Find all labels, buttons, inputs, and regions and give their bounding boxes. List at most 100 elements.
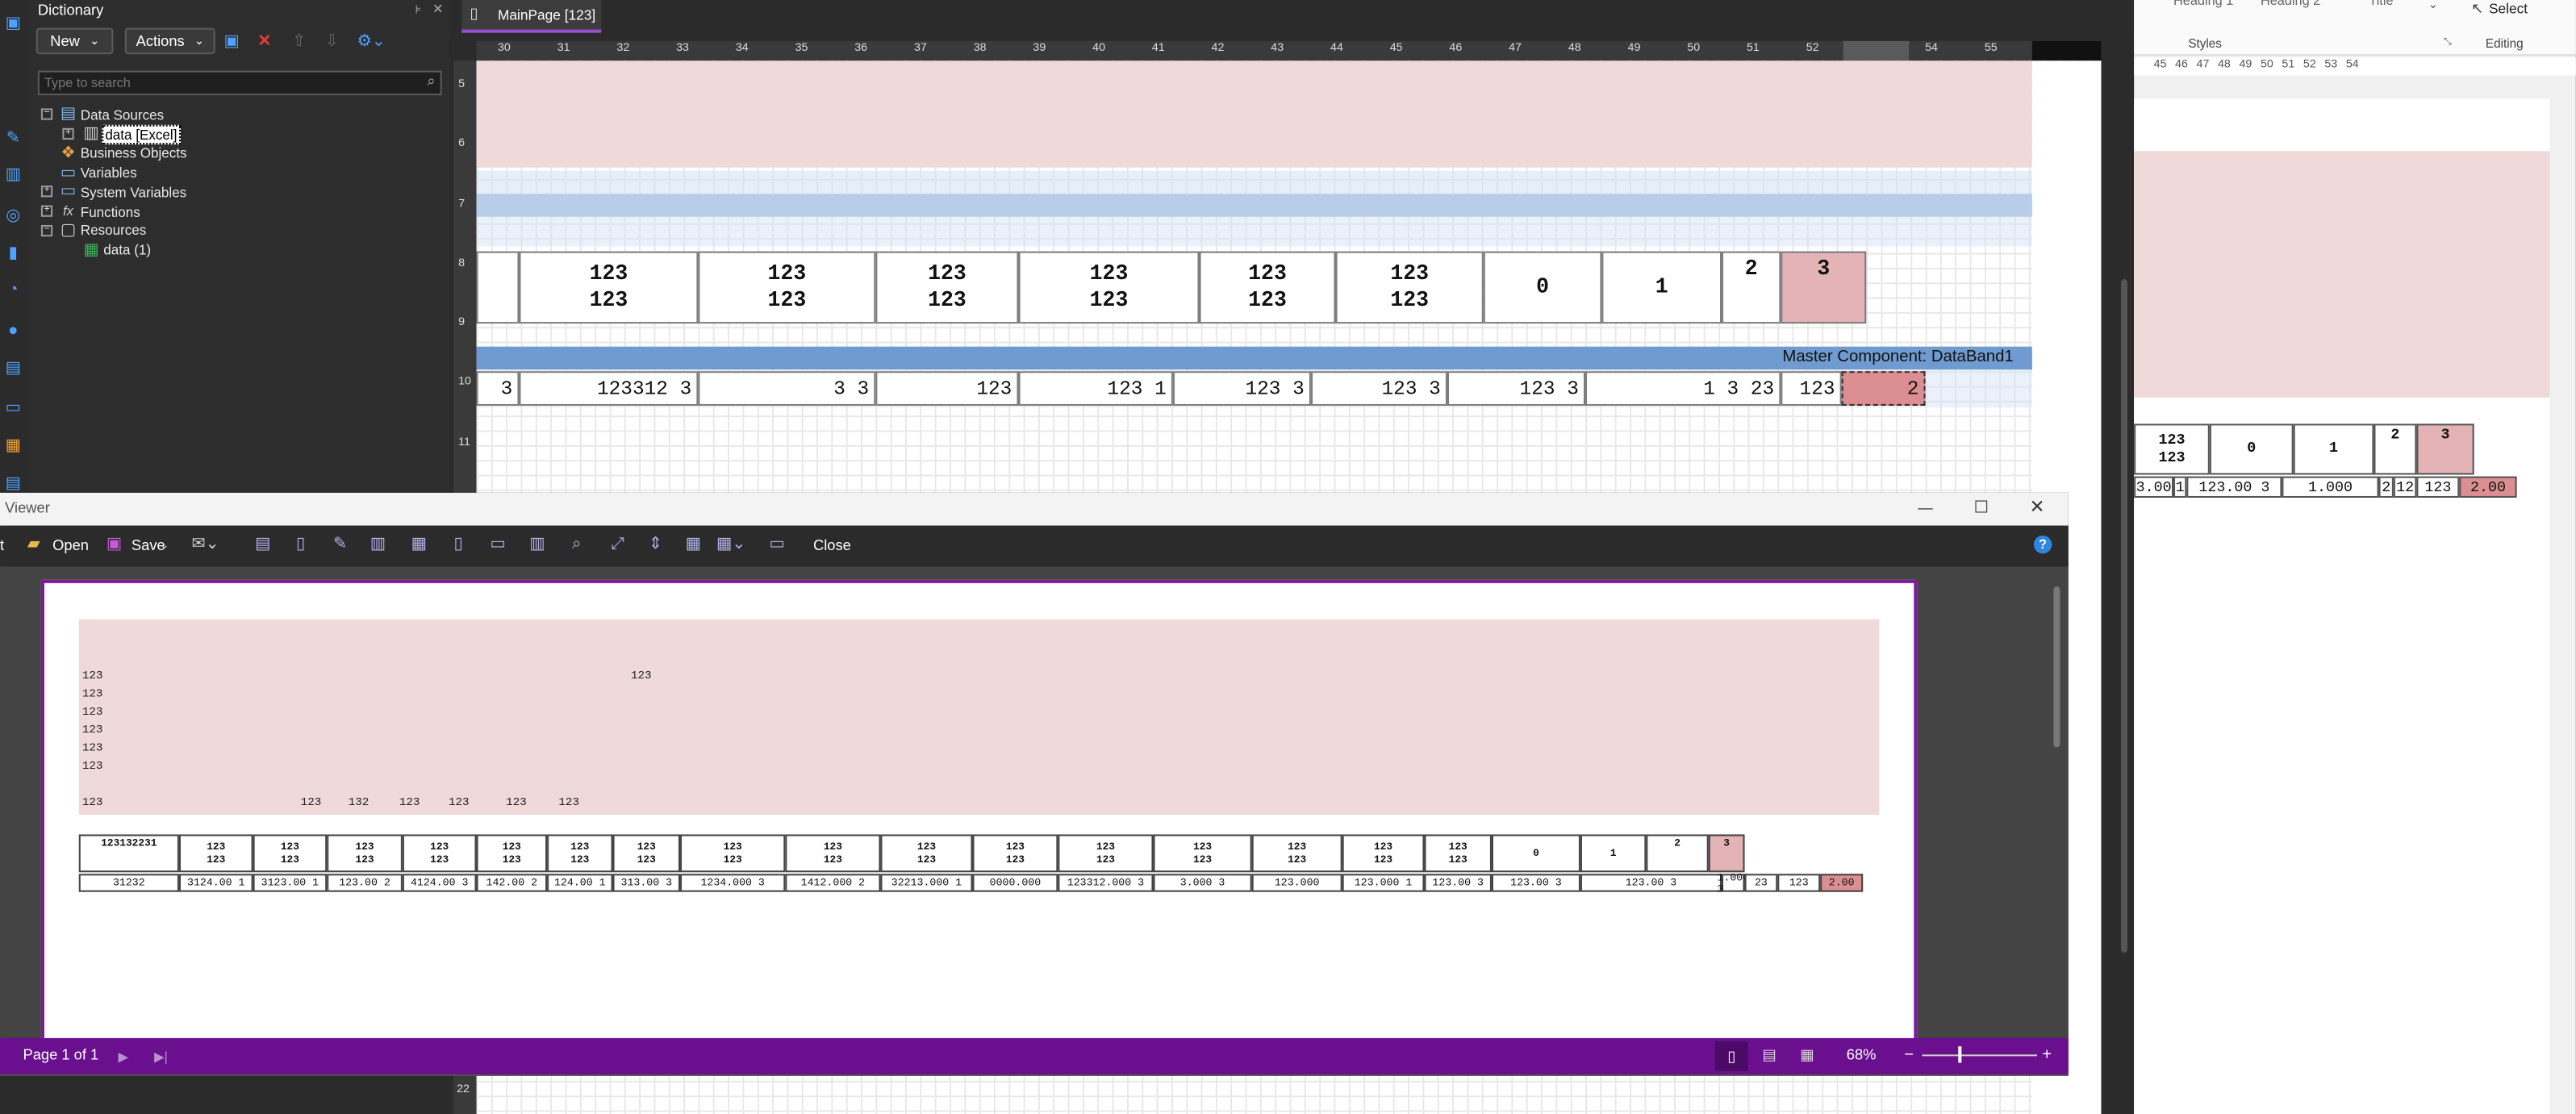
single-page-view-icon[interactable]: ▯ — [1714, 1041, 1748, 1071]
new-page-icon[interactable]: ▤ — [252, 534, 275, 555]
header-cell[interactable]: 123 123 — [875, 251, 1019, 324]
data-cell[interactable]: 123 — [875, 371, 1019, 406]
styles-scroll-icon[interactable]: ⌄ — [2425, 0, 2441, 13]
chevron-down-icon[interactable]: ⌄ — [157, 537, 170, 553]
header-cell[interactable]: 1 — [1601, 251, 1722, 324]
select-button[interactable]: Select — [2489, 0, 2528, 16]
zoom-slider-thumb[interactable] — [1958, 1046, 1962, 1063]
table-icon[interactable]: ▭ — [3, 398, 23, 417]
header-band-light[interactable] — [476, 170, 2032, 194]
help-icon[interactable]: ? — [2033, 535, 2052, 554]
tree-item-functions[interactable]: Functions — [81, 204, 140, 220]
header-cell[interactable]: 123 123 — [519, 251, 699, 324]
tree-item-system-variables[interactable]: System Variables — [81, 184, 186, 200]
tree-item-data-excel[interactable]: data [Excel] — [102, 124, 181, 145]
header-band-blue[interactable] — [476, 194, 2032, 217]
header-cell[interactable]: 123 123 — [1335, 251, 1484, 324]
style-heading2[interactable]: Heading 2 — [2261, 0, 2320, 8]
fullscreen-icon[interactable]: ⤢ — [606, 534, 629, 555]
continuous-view-icon[interactable]: ▤ — [1758, 1043, 1781, 1066]
zoom-slider[interactable] — [1922, 1054, 2038, 1057]
data-cell[interactable]: 123 3 — [1310, 371, 1447, 406]
viewer-scroll-thumb[interactable] — [2053, 586, 2060, 748]
header-band-light2[interactable] — [476, 216, 2032, 247]
new-button[interactable]: New ⌄ — [35, 27, 114, 55]
map-icon[interactable]: ● — [3, 320, 23, 340]
shape-icon[interactable]: ◎ — [3, 206, 23, 225]
save-icon[interactable]: ▣ — [103, 534, 124, 555]
close-panel-icon[interactable]: ✕ — [431, 2, 445, 16]
actions-button[interactable]: Actions ⌄ — [124, 27, 215, 55]
pin-icon[interactable]: ⊧ — [411, 2, 425, 16]
search-field[interactable] — [44, 73, 406, 93]
data-cell[interactable]: 123312 3 — [519, 371, 699, 406]
data-cell[interactable]: 2 — [1841, 371, 1926, 406]
page-setup-icon[interactable]: ▥ — [366, 534, 390, 555]
barcode-icon[interactable]: ▥ — [3, 165, 23, 184]
close-window-icon[interactable]: ✕ — [2026, 496, 2049, 517]
resources-icon[interactable]: ▥ — [526, 534, 549, 555]
data-cell[interactable]: 123 3 — [1447, 371, 1586, 406]
parameters-icon[interactable]: ▭ — [486, 534, 510, 555]
find-icon[interactable]: ⌕ — [565, 534, 588, 555]
move-up-icon[interactable]: ⇧ — [289, 31, 308, 51]
tree-item-resources[interactable]: Resources — [81, 222, 147, 238]
header-cell[interactable]: 3 — [1781, 251, 1867, 324]
edit-icon[interactable]: ▣ — [222, 31, 241, 51]
pencil-icon[interactable]: ✎ — [3, 128, 23, 148]
report-icon[interactable]: ▤ — [3, 473, 23, 492]
delete-icon[interactable]: ✕ — [255, 31, 274, 51]
text-tool-icon[interactable]: ▣ — [3, 13, 23, 32]
multiple-pages-icon[interactable]: ▦ — [682, 534, 705, 555]
tree-item-data-sources[interactable]: Data Sources — [81, 106, 164, 123]
designer-scroll-thumb[interactable] — [2120, 279, 2128, 953]
delete-page-icon[interactable]: ▯ — [289, 534, 312, 555]
style-heading1[interactable]: Heading 1 — [2173, 0, 2233, 8]
expand-icon[interactable]: + — [62, 127, 74, 140]
editor-icon[interactable]: ▭ — [766, 534, 789, 555]
folder-open-icon[interactable]: ▰ — [23, 534, 44, 555]
move-down-icon[interactable]: ⇩ — [322, 31, 341, 51]
pink-band[interactable] — [476, 60, 2032, 168]
next-page-icon[interactable]: ▶ — [115, 1046, 132, 1066]
zoom-in-icon[interactable]: + — [2039, 1045, 2055, 1064]
view-mode-icon[interactable]: ▦⌄ — [716, 534, 745, 555]
data-cell[interactable]: 123 1 — [1018, 371, 1173, 406]
search-input[interactable]: ⌕ — [37, 70, 442, 96]
gauge-icon[interactable]: ◔ — [3, 279, 23, 298]
data-cell[interactable]: 123 — [1781, 371, 1842, 406]
header-cell[interactable]: 123 123 — [1018, 251, 1200, 324]
maximize-icon[interactable]: ☐ — [1970, 498, 1994, 517]
header-cell[interactable]: 123 123 — [1199, 251, 1336, 324]
zoom-out-icon[interactable]: − — [1901, 1045, 1917, 1064]
header-cell-empty[interactable] — [476, 251, 520, 324]
tree-item-business-objects[interactable]: Business Objects — [81, 144, 187, 161]
expand-icon[interactable]: + — [40, 205, 53, 217]
tab-mainpage[interactable]: ▯ MainPage [123] — [461, 0, 602, 33]
tree-item-data-1[interactable]: data (1) — [103, 241, 151, 257]
fit-width-icon[interactable]: ⇕ — [644, 534, 667, 555]
last-page-icon[interactable]: ▶| — [151, 1046, 170, 1066]
search-icon[interactable]: ⌕ — [427, 73, 435, 90]
edit-page-icon[interactable]: ✎ — [328, 534, 352, 555]
header-cell[interactable]: 2 — [1722, 251, 1781, 324]
data-cell[interactable]: 3 — [476, 371, 520, 406]
collapse-icon[interactable]: − — [40, 108, 53, 120]
subreport-icon[interactable]: ▦ — [3, 436, 23, 455]
email-icon[interactable]: ✉⌄ — [187, 534, 223, 555]
header-cell[interactable]: 0 — [1483, 251, 1602, 324]
multi-page-view-icon[interactable]: ▦ — [1796, 1043, 1819, 1066]
tree-item-variables[interactable]: Variables — [81, 165, 137, 181]
open-button[interactable]: Open — [52, 537, 89, 553]
bookmarks-icon[interactable]: ▦ — [407, 534, 431, 555]
gear-icon[interactable]: ⚙⌄ — [355, 31, 388, 51]
header-cell[interactable]: 123 123 — [698, 251, 876, 324]
panel-icon[interactable]: ▤ — [3, 358, 23, 378]
expand-icon[interactable]: + — [40, 186, 53, 198]
data-cell[interactable]: 1 3 23 — [1585, 371, 1781, 406]
styles-launcher-icon[interactable]: ⤡ — [2441, 36, 2454, 49]
chart-icon[interactable]: ▮ — [3, 243, 23, 262]
thumbnails-icon[interactable]: ▯ — [447, 534, 470, 555]
style-title[interactable]: Title — [2369, 0, 2393, 8]
collapse-icon[interactable]: − — [40, 224, 53, 237]
